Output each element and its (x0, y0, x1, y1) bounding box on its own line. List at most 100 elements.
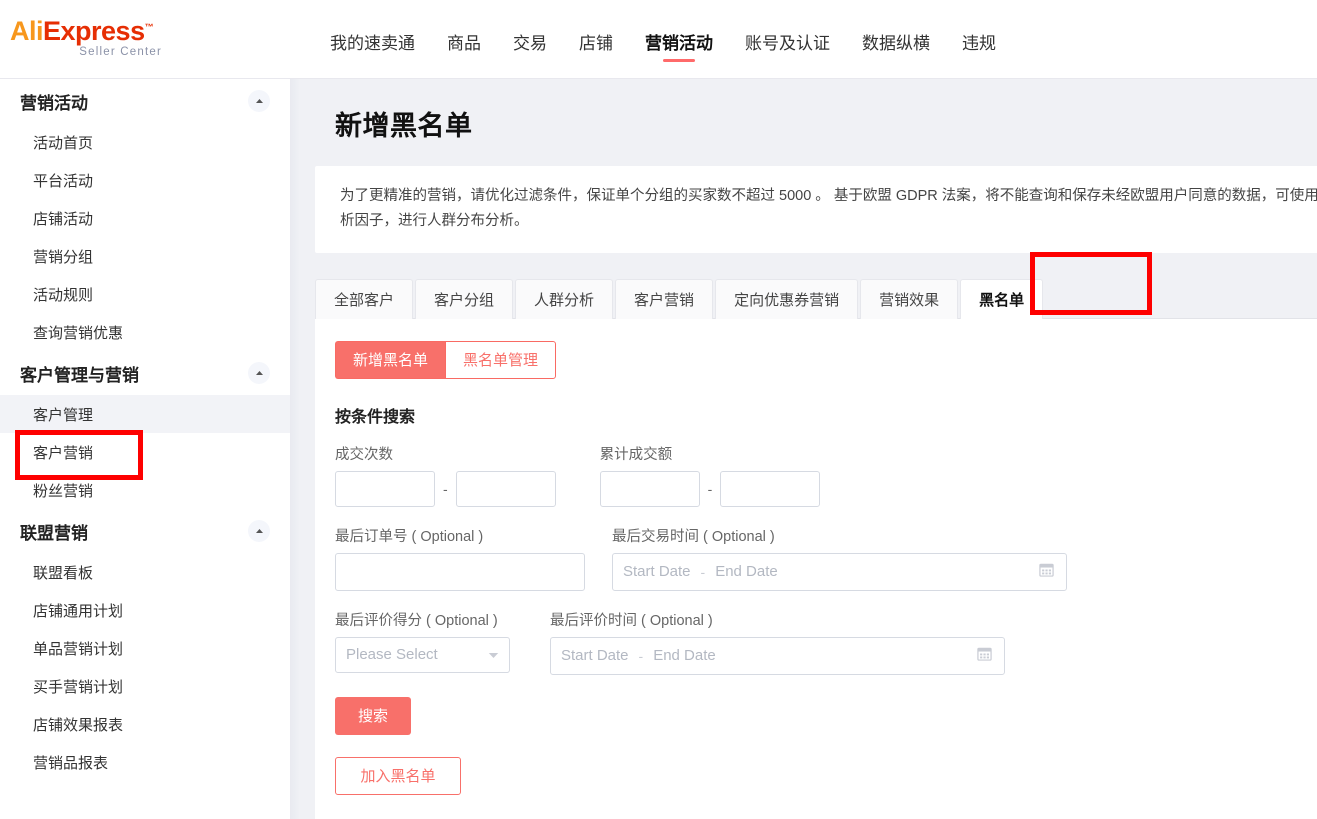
main-navigation: 我的速卖通 商品 交易 店铺 营销活动 账号及认证 数据纵横 违规 (330, 0, 1028, 79)
sidebar-item-label: 联盟看板 (33, 564, 94, 582)
tab-blacklist[interactable]: 黑名单 (960, 278, 1044, 319)
field-group-last-trade-time: 最后交易时间 ( Optional ) Start Date - End Dat… (612, 525, 1067, 591)
tab-crowd-analysis[interactable]: 人群分析 (515, 278, 614, 319)
last-review-score-select[interactable]: Please Select (335, 636, 510, 673)
last-order-no-label: 最后订单号 ( Optional ) (335, 528, 484, 545)
sidebar-item-label: 活动规则 (33, 286, 94, 304)
search-button[interactable]: 搜索 (335, 696, 411, 735)
sidebar-group-title-label: 联盟营销 (20, 523, 88, 543)
logo-ali-text: Ali (10, 16, 44, 46)
manage-blacklist-tab-button[interactable]: 黑名单管理 (445, 340, 557, 379)
form-row-review-score-and-time: 最后评价得分 ( Optional ) Please Select 最后评价时间… (335, 609, 1317, 675)
tab-customer-groups[interactable]: 客户分组 (415, 278, 514, 319)
nav-item-store[interactable]: 店铺 (579, 0, 613, 79)
last-review-date-separator: - (638, 647, 644, 664)
sidebar-item-store-general-plan[interactable]: 店铺通用计划 (0, 591, 290, 629)
last-trade-time-label: 最后交易时间 ( Optional ) (612, 528, 775, 545)
sidebar-item-marketing-group[interactable]: 营销分组 (0, 237, 290, 275)
last-review-start-date-placeholder[interactable]: Start Date (561, 647, 629, 664)
nav-item-violations[interactable]: 违规 (962, 0, 996, 79)
nav-item-marketing-activities[interactable]: 营销活动 (645, 0, 713, 79)
deal-count-separator: - (443, 480, 448, 497)
gdpr-notice-banner: 为了更精准的营销，请优化过滤条件，保证单个分组的买家数不超过 5000 。 基于… (315, 166, 1317, 253)
tab-marketing-effect[interactable]: 营销效果 (860, 278, 959, 319)
sidebar-item-store-effect-report[interactable]: 店铺效果报表 (0, 705, 290, 743)
tab-customer-marketing[interactable]: 客户营销 (615, 278, 714, 319)
last-trade-time-daterange[interactable]: Start Date - End Date (612, 552, 1067, 591)
total-amount-separator: - (707, 480, 713, 497)
field-group-last-review-score: 最后评价得分 ( Optional ) Please Select (335, 609, 510, 675)
chevron-down-icon[interactable] (488, 646, 499, 664)
chevron-up-icon[interactable] (248, 520, 270, 542)
tab-all-customers[interactable]: 全部客户 (315, 278, 414, 319)
sidebar-item-affiliate-dashboard[interactable]: 联盟看板 (0, 553, 290, 591)
deal-count-from-input[interactable] (335, 470, 435, 507)
sidebar-divider (290, 79, 300, 819)
last-trade-end-date-placeholder[interactable]: End Date (715, 563, 778, 580)
last-review-time-daterange[interactable]: Start Date - End Date (550, 636, 1005, 675)
sidebar-item-label: 买手营销计划 (33, 678, 124, 696)
form-row-numeric-ranges: 成交次数 - 累计成交额 - (335, 443, 1317, 507)
last-trade-start-date-placeholder[interactable]: Start Date (623, 563, 691, 580)
sidebar-item-label: 粉丝营销 (33, 482, 94, 500)
last-review-score-selected-value: Please Select (346, 646, 438, 664)
deal-count-to-input[interactable] (455, 470, 556, 507)
aliexpress-seller-center-logo[interactable]: AliExpress™ Seller Center (10, 18, 180, 66)
sidebar-group-customer-management[interactable]: 客户管理与营销 (0, 351, 290, 395)
sidebar-group-affiliate-marketing[interactable]: 联盟营销 (0, 509, 290, 553)
sidebar-item-label: 平台活动 (33, 172, 94, 190)
calendar-icon[interactable] (977, 646, 992, 666)
total-amount-from-input[interactable] (599, 470, 700, 507)
calendar-icon[interactable] (1039, 562, 1054, 582)
sidebar-item-fan-marketing[interactable]: 粉丝营销 (0, 471, 290, 509)
nav-item-transactions[interactable]: 交易 (513, 0, 547, 79)
add-blacklist-tab-button[interactable]: 新增黑名单 (335, 340, 446, 379)
sidebar-item-platform-activity[interactable]: 平台活动 (0, 161, 290, 199)
chevron-up-icon[interactable] (248, 90, 270, 112)
blacklist-panel: 新增黑名单 黑名单管理 按条件搜索 成交次数 - 累计成交额 - 最后订单号 (… (315, 318, 1317, 819)
last-review-time-label: 最后评价时间 ( Optional ) (550, 612, 713, 629)
last-trade-date-separator: - (700, 563, 706, 580)
sidebar-item-label: 店铺通用计划 (33, 602, 124, 620)
chevron-up-icon[interactable] (248, 362, 270, 384)
deal-count-range: - (335, 470, 556, 507)
sidebar-group-marketing-activities[interactable]: 营销活动 (0, 79, 290, 123)
deal-count-label: 成交次数 (335, 446, 393, 463)
left-sidebar: 营销活动 活动首页 平台活动 店铺活动 营销分组 活动规则 查询营销优惠 客户管… (0, 79, 290, 819)
add-to-blacklist-button[interactable]: 加入黑名单 (335, 756, 461, 795)
nav-item-my-aliexpress[interactable]: 我的速卖通 (330, 0, 415, 79)
sidebar-item-buyer-marketing-plan[interactable]: 买手营销计划 (0, 667, 290, 705)
sidebar-item-marketing-product-report[interactable]: 营销品报表 (0, 743, 290, 781)
logo-subtitle: Seller Center (79, 46, 162, 58)
nav-item-account-certification[interactable]: 账号及认证 (745, 0, 830, 79)
field-group-last-order-no: 最后订单号 ( Optional ) (335, 525, 585, 591)
logo-trademark-icon: ™ (144, 22, 154, 32)
sidebar-item-label: 客户营销 (33, 444, 94, 462)
sidebar-item-label: 活动首页 (33, 134, 94, 152)
nav-item-products[interactable]: 商品 (447, 0, 481, 79)
sidebar-item-activity-rules[interactable]: 活动规则 (0, 275, 290, 313)
total-amount-to-input[interactable] (720, 470, 821, 507)
tab-targeted-coupon-marketing[interactable]: 定向优惠券营销 (715, 278, 859, 319)
blacklist-mode-switch: 新增黑名单 黑名单管理 (335, 340, 1317, 379)
sidebar-item-label: 客户管理 (33, 406, 94, 424)
sidebar-item-store-activity[interactable]: 店铺活动 (0, 199, 290, 237)
logo-wordmark: AliExpress™ (10, 18, 180, 45)
top-header-bar: AliExpress™ Seller Center 我的速卖通 商品 交易 店铺… (0, 0, 1317, 79)
sidebar-item-customer-marketing[interactable]: 客户营销 (0, 433, 290, 471)
last-review-end-date-placeholder[interactable]: End Date (653, 647, 716, 664)
sidebar-item-customer-management[interactable]: 客户管理 (0, 395, 290, 433)
sidebar-item-single-product-plan[interactable]: 单品营销计划 (0, 629, 290, 667)
total-amount-label: 累计成交额 (599, 446, 673, 463)
sidebar-item-label: 营销品报表 (33, 754, 109, 772)
sidebar-item-label: 营销分组 (33, 248, 94, 266)
sidebar-item-label: 查询营销优惠 (33, 324, 124, 342)
page-title: 新增黑名单 (335, 111, 473, 141)
form-row-order-and-trade-time: 最后订单号 ( Optional ) 最后交易时间 ( Optional ) S… (335, 525, 1317, 591)
nav-item-data-analytics[interactable]: 数据纵横 (862, 0, 930, 79)
sidebar-item-activity-home[interactable]: 活动首页 (0, 123, 290, 161)
sidebar-item-query-marketing-offers[interactable]: 查询营销优惠 (0, 313, 290, 351)
app-root: AliExpress™ Seller Center 我的速卖通 商品 交易 店铺… (0, 0, 1317, 819)
sidebar-group-title-label: 客户管理与营销 (20, 365, 139, 385)
last-order-no-input[interactable] (335, 552, 585, 591)
